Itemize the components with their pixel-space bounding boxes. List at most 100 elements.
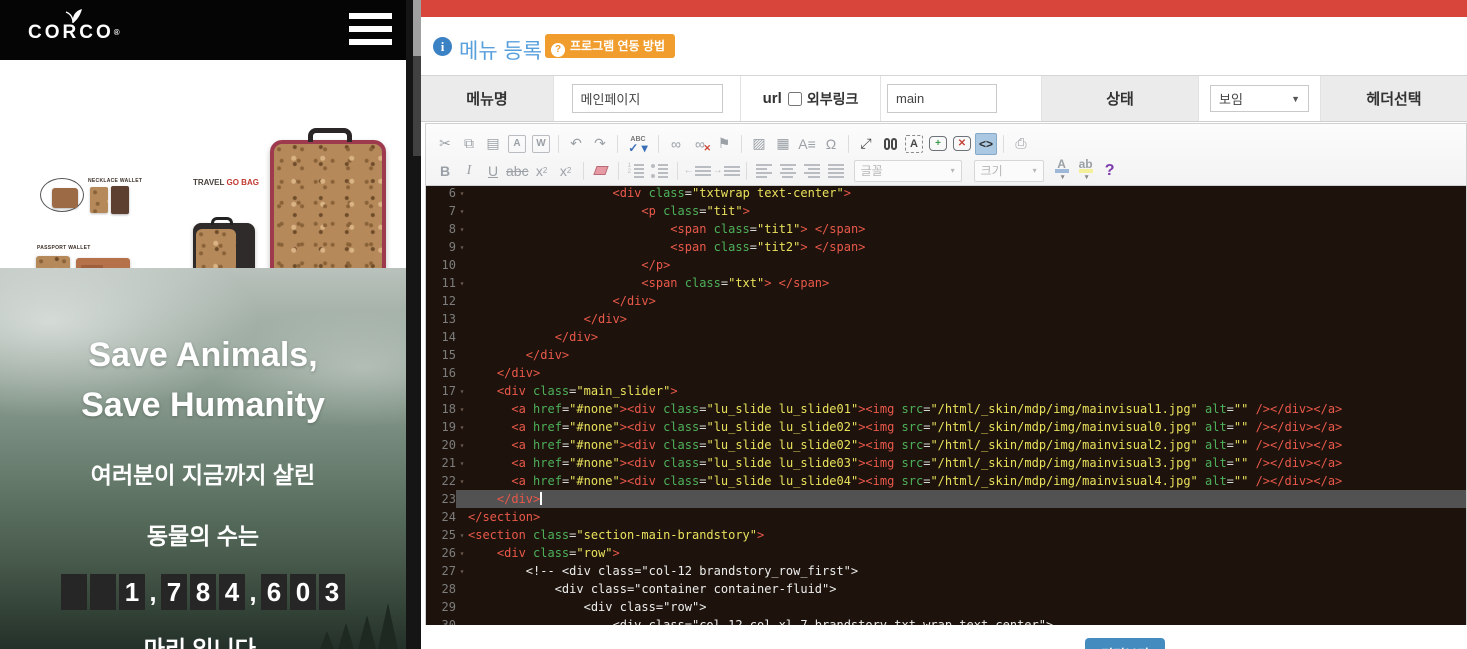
maximize-icon[interactable]: ⤢ — [855, 133, 877, 155]
paste-text-icon[interactable]: A — [508, 135, 526, 153]
size-combo[interactable]: 크기▾ — [974, 160, 1044, 182]
url-input[interactable] — [887, 84, 997, 113]
fold-arrow-icon[interactable]: ▾ — [456, 423, 468, 432]
align-right-icon[interactable] — [801, 160, 823, 182]
fold-arrow-icon[interactable]: ▾ — [456, 243, 468, 252]
superscript-icon[interactable]: x2 — [555, 160, 577, 182]
menu-name-input[interactable] — [572, 84, 723, 113]
code-line-22[interactable]: 22▾ <a href="#none"><div class="lu_slide… — [426, 472, 1466, 490]
code-line-26[interactable]: 26▾ <div class="row"> — [426, 544, 1466, 562]
code-line-19[interactable]: 19▾ <a href="#none"><div class="lu_slide… — [426, 418, 1466, 436]
redo-icon[interactable]: ↷ — [589, 133, 611, 155]
fold-arrow-icon[interactable]: ▾ — [456, 531, 468, 540]
align-left-icon[interactable] — [753, 160, 775, 182]
special-char-icon[interactable]: Ω — [820, 133, 842, 155]
templates-icon[interactable]: ✕ — [953, 136, 971, 151]
unlink-icon[interactable]: ∞✕ — [689, 133, 711, 155]
align-center-icon[interactable] — [777, 160, 799, 182]
select-all-icon[interactable]: A — [905, 135, 923, 153]
fold-arrow-icon[interactable]: ▾ — [456, 387, 468, 396]
code-line-17[interactable]: 17▾ <div class="main_slider"> — [426, 382, 1466, 400]
anchor-icon[interactable]: ⚑ — [713, 133, 735, 155]
code-line-21[interactable]: 21▾ <a href="#none"><div class="lu_slide… — [426, 454, 1466, 472]
code-line-29[interactable]: 29 <div class="row"> — [426, 598, 1466, 616]
cut-icon[interactable]: ✂ — [434, 133, 456, 155]
fold-arrow-icon[interactable]: ▾ — [456, 477, 468, 486]
code-line-20[interactable]: 20▾ <a href="#none"><div class="lu_slide… — [426, 436, 1466, 454]
about-icon[interactable]: ? — [1099, 160, 1121, 182]
code-line-27[interactable]: 27▾ <!-- <div class="col-12 brandstory_r… — [426, 562, 1466, 580]
scrollbar-thumb[interactable] — [413, 0, 421, 56]
code-line-23[interactable]: 23 </div> — [426, 490, 1466, 508]
strikethrough-icon[interactable]: abc — [506, 160, 529, 182]
fold-arrow-icon[interactable]: ▾ — [456, 459, 468, 468]
find-replace-icon[interactable] — [879, 133, 901, 155]
fold-arrow-icon[interactable]: ▾ — [456, 549, 468, 558]
paste-icon[interactable]: ▤ — [482, 133, 504, 155]
external-link-checkbox[interactable] — [788, 92, 802, 106]
code-line-14[interactable]: 14 </div> — [426, 328, 1466, 346]
preview-scrollbar[interactable] — [406, 0, 421, 649]
font-combo[interactable]: 글꼴▾ — [854, 160, 962, 182]
spellcheck-icon[interactable]: ABC✓ ▾ — [624, 133, 652, 155]
code-line-25[interactable]: 25▾<section class="section-main-brandsto… — [426, 526, 1466, 544]
code-line-11[interactable]: 11▾ <span class="txt"> </span> — [426, 274, 1466, 292]
fold-arrow-icon[interactable]: ▾ — [456, 441, 468, 450]
source-button[interactable]: <> — [975, 133, 997, 155]
code-line-6[interactable]: 6▾ <div class="txtwrap text-center"> — [426, 186, 1466, 202]
code-line-15[interactable]: 15 </div> — [426, 346, 1466, 364]
source-code-area[interactable]: 6▾ <div class="txtwrap text-center">7▾ <… — [426, 186, 1466, 625]
product-slider[interactable]: NECKLACE WALLET TRAVEL GO BAG PASSPORT W… — [0, 60, 406, 268]
image-icon[interactable]: ▨ — [748, 133, 770, 155]
underline-icon[interactable]: U — [482, 160, 504, 182]
link-icon[interactable]: ∞ — [665, 133, 687, 155]
table-icon[interactable]: ▦ — [772, 133, 794, 155]
hamburger-menu-icon[interactable] — [349, 13, 392, 46]
fold-arrow-icon[interactable]: ▾ — [456, 189, 468, 198]
copy-icon[interactable]: ⧉ — [458, 133, 480, 155]
bulleted-list-icon[interactable] — [649, 160, 671, 182]
outdent-icon[interactable]: ← — [684, 160, 711, 182]
status-select[interactable]: 보임 ▼ — [1210, 85, 1309, 112]
preview-button[interactable]: 미리보기 — [1085, 638, 1165, 649]
bold-icon[interactable]: B — [434, 160, 456, 182]
code-line-9[interactable]: 9▾ <span class="tit2"> </span> — [426, 238, 1466, 256]
code-line-30[interactable]: 30 <div class="col-12 col-xl-7 brandstor… — [426, 616, 1466, 625]
code-line-12[interactable]: 12 </div> — [426, 292, 1466, 310]
code-line-10[interactable]: 10 </p> — [426, 256, 1466, 274]
paste-word-icon[interactable]: W — [532, 135, 550, 153]
site-logo[interactable]: CORCO® — [28, 8, 118, 43]
italic-icon[interactable]: I — [458, 160, 480, 182]
fold-arrow-icon[interactable]: ▾ — [456, 225, 468, 234]
code-line-24[interactable]: 24</section> — [426, 508, 1466, 526]
horizontal-rule-icon[interactable]: A≡ — [796, 133, 818, 155]
fold-arrow-icon[interactable]: ▾ — [456, 567, 468, 576]
fold-arrow-icon[interactable]: ▾ — [456, 279, 468, 288]
indent-icon[interactable]: → — [713, 160, 740, 182]
text-color-icon[interactable]: A▾ — [1051, 160, 1073, 182]
code-line-7[interactable]: 7▾ <p class="tit"> — [426, 202, 1466, 220]
numbered-list-icon[interactable] — [625, 160, 647, 182]
code-line-18[interactable]: 18▾ <a href="#none"><div class="lu_slide… — [426, 400, 1466, 418]
code-line-8[interactable]: 8▾ <span class="tit1"> </span> — [426, 220, 1466, 238]
new-page-icon[interactable]: + — [929, 136, 947, 151]
travel-go-bag-label: TRAVEL GO BAG — [193, 178, 259, 187]
site-header: CORCO® — [0, 0, 406, 60]
line-number: 25 — [426, 528, 456, 542]
external-link-label: 외부링크 — [807, 89, 859, 109]
fold-arrow-icon[interactable]: ▾ — [456, 405, 468, 414]
code-line-16[interactable]: 16 </div> — [426, 364, 1466, 382]
code-line-28[interactable]: 28 <div class="container container-fluid… — [426, 580, 1466, 598]
align-justify-icon[interactable] — [825, 160, 847, 182]
url-input-cell — [881, 76, 1042, 121]
code-line-13[interactable]: 13 </div> — [426, 310, 1466, 328]
toolbar-separator — [677, 162, 678, 180]
subscript-icon[interactable]: x2 — [531, 160, 553, 182]
fold-arrow-icon[interactable]: ▾ — [456, 207, 468, 216]
bg-color-icon[interactable]: ab▾ — [1075, 160, 1097, 182]
line-number: 12 — [426, 294, 456, 308]
remove-format-icon[interactable] — [590, 160, 612, 182]
undo-icon[interactable]: ↶ — [565, 133, 587, 155]
program-link-help-button[interactable]: ?프로그램 연동 방법 — [545, 34, 675, 58]
print-icon[interactable]: ⎙ — [1010, 133, 1032, 155]
